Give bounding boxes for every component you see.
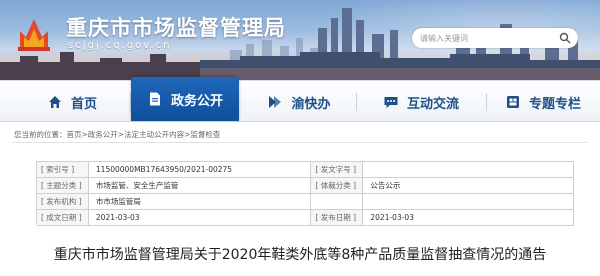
info-label-index: [ 索引号 ]: [37, 162, 89, 178]
info-label-publisher: [ 发布机构 ]: [37, 194, 89, 210]
info-label-doc-number: [ 发文字号 ]: [311, 162, 364, 178]
info-value-doc-number: [363, 162, 574, 178]
info-label-publish-date: [ 发布日期 ]: [311, 210, 364, 226]
search-box: [412, 28, 578, 48]
breadcrumb-gov-affairs[interactable]: 政务公开: [88, 130, 118, 139]
breadcrumb-home[interactable]: 首页: [67, 130, 82, 139]
topic-icon: [506, 96, 519, 108]
nav-divider: [486, 93, 487, 111]
breadcrumb-divider: [12, 142, 588, 143]
article-title: 重庆市市场监督管理局关于2020年鞋类外底等8种产品质量监督抽查情况的通告: [53, 247, 547, 263]
table-row: [ 索引号 ] 11500000MB17643950/2021-00275 [ …: [37, 162, 574, 178]
info-value-written-date: 2021-03-03: [88, 210, 312, 226]
nav-item-gov-affairs[interactable]: 政务公开: [131, 77, 239, 121]
info-label-written-date: [ 成文日期 ]: [37, 210, 89, 226]
nav-label-topics: 专题专栏: [528, 96, 581, 112]
document-icon: [149, 92, 160, 106]
arrow-icon: [269, 96, 282, 108]
chat-icon: [384, 97, 398, 108]
nav-item-topics[interactable]: 专题专栏: [488, 83, 598, 121]
info-label-genre: [ 体裁分类 ]: [311, 178, 364, 194]
info-value-publisher: 市市场监管局: [88, 194, 312, 210]
table-row: [ 主题分类 ] 市场监管、安全生产监管 [ 体裁分类 ] 公告公示: [37, 178, 574, 194]
nav-item-interaction[interactable]: 互动交流: [362, 83, 480, 121]
info-value-publish-date: 2021-03-03: [363, 210, 574, 226]
breadcrumb: 您当前的位置：首页>政务公开>法定主动公开内容>监督检查: [14, 129, 220, 140]
nav-label-interaction: 互动交流: [406, 96, 459, 112]
breadcrumb-statutory[interactable]: 法定主动公开内容: [124, 130, 184, 139]
info-value-empty: [363, 194, 574, 210]
nav-item-home[interactable]: 首页: [16, 83, 128, 121]
breadcrumb-inspection[interactable]: 监督检查: [190, 130, 220, 139]
cq-logo-icon: [18, 19, 50, 51]
table-row: [ 成文日期 ] 2021-03-03 [ 发布日期 ] 2021-03-03: [37, 210, 574, 226]
nav-label-yukuaiban: 渝快办: [291, 96, 331, 112]
search-icon[interactable]: [559, 32, 571, 44]
site-header: 重庆市市场监督管理局 scjgj.cq.gov.cn: [0, 0, 600, 80]
info-value-topic: 市场监管、安全生产监管: [88, 178, 312, 194]
site-title: 重庆市市场监督管理局: [66, 16, 286, 40]
site-domain: scjgj.cq.gov.cn: [68, 40, 172, 51]
main-nav: 首页 政务公开 渝快办 互动交流 专题专栏: [0, 77, 600, 122]
search-input[interactable]: [420, 31, 550, 45]
info-value-index: 11500000MB17643950/2021-00275: [88, 162, 312, 178]
nav-item-yukuaiban[interactable]: 渝快办: [246, 83, 352, 121]
table-row: [ 发布机构 ] 市市场监管局: [37, 194, 574, 210]
home-icon: [48, 96, 61, 108]
document-info-table: [ 索引号 ] 11500000MB17643950/2021-00275 [ …: [36, 161, 574, 226]
breadcrumb-prefix: 您当前的位置：: [14, 130, 67, 139]
info-label-topic: [ 主题分类 ]: [37, 178, 89, 194]
info-label-empty: [311, 194, 364, 210]
info-value-genre: 公告公示: [363, 178, 574, 194]
nav-divider: [356, 93, 357, 111]
nav-label-gov-affairs: 政务公开: [170, 93, 223, 109]
nav-label-home: 首页: [70, 96, 97, 112]
